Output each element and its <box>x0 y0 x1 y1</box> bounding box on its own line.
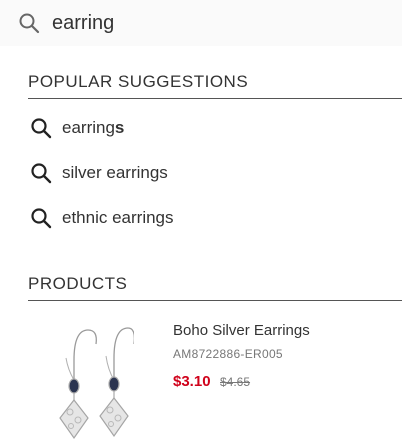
search-input[interactable] <box>52 8 382 38</box>
product-original-price: $4.65 <box>220 375 251 389</box>
suggestion-item[interactable]: silver earrings <box>30 160 168 186</box>
product-price: $3.10 <box>173 373 211 390</box>
suggestion-label: silver earrings <box>62 163 168 182</box>
product-sku: AM8722886-ER005 <box>173 347 283 361</box>
product-image <box>44 320 136 444</box>
search-icon <box>30 117 52 139</box>
search-icon <box>30 162 52 184</box>
product-name: Boho Silver Earrings <box>173 322 310 339</box>
products-heading: PRODUCTS <box>28 274 402 301</box>
search-icon[interactable] <box>18 12 40 34</box>
suggestion-item[interactable]: earrings <box>30 115 124 141</box>
suggestion-label: ethnic earrings <box>62 208 174 227</box>
product-item[interactable]: Boho Silver Earrings AM8722886-ER005 $3.… <box>28 316 402 446</box>
search-icon <box>30 207 52 229</box>
suggestion-label: earrings <box>62 118 125 137</box>
search-bar <box>0 0 402 46</box>
suggestion-item[interactable]: ethnic earrings <box>30 205 174 231</box>
popular-suggestions-heading: POPULAR SUGGESTIONS <box>28 72 402 99</box>
search-suggestions-panel: POPULAR SUGGESTIONS earrings silver earr… <box>0 46 402 446</box>
